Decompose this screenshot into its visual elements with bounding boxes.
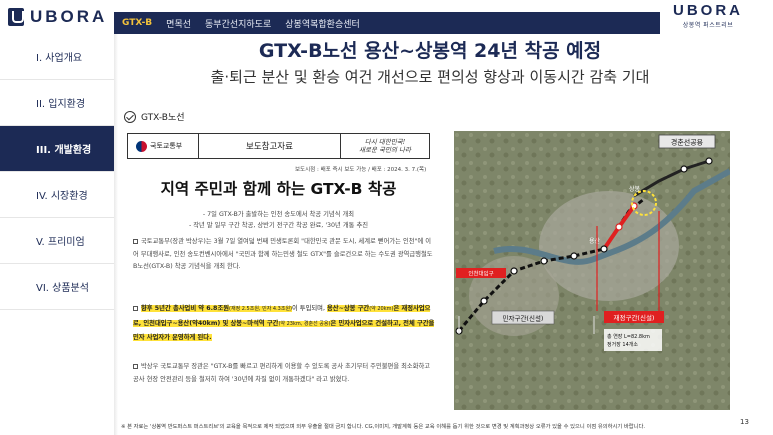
- bullet-square-icon: [133, 238, 138, 244]
- ubora-logo-right[interactable]: UBORA 상봉역 퍼스트리브: [653, 2, 763, 34]
- ubora-logo[interactable]: UBORA: [0, 0, 114, 34]
- map-svg: 경춘선공용 상봉 용산 재정구간(신설) 민자구간(신설) 인천대입구 총 연장…: [454, 131, 730, 410]
- map-label-gyeongchun: 경춘선공용: [671, 138, 704, 147]
- tab-dongbu-expressway[interactable]: 동부간선지하도로: [205, 17, 271, 30]
- tab-gtx-b[interactable]: GTX-B: [122, 18, 152, 28]
- tab-myeonmok-line[interactable]: 면목선: [166, 17, 191, 30]
- sidebar-item-product[interactable]: VI. 상품분석: [0, 264, 114, 310]
- station-dot: [705, 157, 713, 165]
- sidebar-item-development[interactable]: III. 개발환경: [0, 126, 114, 172]
- section-label: GTX-B노선: [141, 113, 185, 123]
- press-subheading-1: - 7일 GTX-B가 출발하는 인천 송도에서 착공 기념식 개최: [202, 211, 355, 218]
- press-subheading-2: - 작년 말 일부 구간 착공, 상반기 전구간 착공 완료, '30년 개통 …: [188, 222, 369, 229]
- press-paragraph-2: 향후 5년간 총사업비 약 6.8조원(재정 2.5조원, 민자 4.3조원)이…: [133, 302, 436, 345]
- logo-right-subtext: 상봉역 퍼스트리브: [682, 22, 734, 29]
- sidebar-divider: [114, 34, 118, 435]
- station-dot: [680, 165, 688, 173]
- press-release-header: 국토교통부 보도참고자료 다시 대한민국! 새로운 국민의 나라: [127, 133, 430, 159]
- map-label-sangbong: 상봉: [629, 185, 641, 193]
- gtx-b-route-map: 경춘선공용 상봉 용산 재정구간(신설) 민자구간(신설) 인천대입구 총 연장…: [454, 131, 730, 410]
- hl-connector: 이 투입되며,: [292, 305, 327, 312]
- page-title: GTX-B노선 용산~상봉역 24년 착공 예정: [258, 40, 602, 62]
- station-dot: [600, 245, 608, 253]
- ubora-logo-icon: [8, 8, 24, 26]
- hl-budget-detail: (재정 2.5조원, 민자 4.3조원): [229, 306, 292, 312]
- map-legend-stations: 정거장 14개소: [607, 341, 638, 348]
- top-nav: GTX-B 면목선 동부간선지하도로 상봉역복합환승센터: [114, 12, 660, 34]
- press-headline: 지역 주민과 함께 하는 GTX-B 착공: [160, 180, 397, 198]
- slogan-line-1: 다시 대한민국!: [364, 138, 406, 146]
- map-label-public: 민자구간(신설): [503, 314, 544, 323]
- press-paragraph-3: 박상우 국토교통부 장관은 "GTX-B를 빠르고 편리하게 이용할 수 있도록…: [133, 361, 433, 386]
- bullet-square-icon: [133, 363, 138, 369]
- press-paragraph-1-text: 국토교통부(장관 박상우)는 3월 7일 열여덟 번째 민생토론회 "대한민국 …: [133, 238, 433, 270]
- footer-disclaimer: ※ 본 자료는 '상봉역 반도퍼스트 퍼스트리브'의 교육을 목적으로 제작 되…: [121, 424, 646, 430]
- press-paragraph-3-text: 박상우 국토교통부 장관은 "GTX-B를 빠르고 편리하게 이용할 수 있도록…: [133, 363, 431, 383]
- press-meta: 보도시점 : 배포 즉시 보도 가능 / 배포 : 2024. 3. 7.(목): [295, 167, 427, 173]
- bullet-square-icon: [133, 305, 138, 311]
- hl-budget: 향후 5년간 총사업비 약 6.8조원: [141, 305, 230, 312]
- press-slogan: 다시 대한민국! 새로운 국민의 나라: [341, 138, 429, 154]
- sidebar-item-overview[interactable]: I. 사업개요: [0, 34, 114, 80]
- logo-right-text: UBORA: [673, 2, 743, 19]
- map-label-yongsan: 용산: [589, 237, 601, 245]
- map-label-songdo: 인천대입구: [468, 270, 493, 278]
- sidebar-item-market[interactable]: IV. 시장환경: [0, 172, 114, 218]
- map-legend-length: 총 연장 L=82.8km: [607, 333, 650, 340]
- page-number: 13: [740, 418, 749, 426]
- hl-finance-detail: (약 23km, 경춘선 공용): [278, 320, 331, 327]
- ministry-logo: 국토교통부: [128, 140, 198, 152]
- page-subtitle: 출·퇴근 분산 및 환승 여건 개선으로 편의성 향상과 이동시간 감축 기대: [210, 68, 650, 86]
- sidebar-item-location[interactable]: II. 입지환경: [0, 80, 114, 126]
- station-dot: [615, 223, 623, 231]
- seoul-urban-area: [539, 191, 679, 301]
- slogan-line-2: 새로운 국민의 나라: [359, 146, 411, 154]
- map-label-finance: 재정구간(신설): [614, 313, 655, 322]
- section-heading: GTX-B노선: [124, 110, 185, 123]
- station-dot: [480, 297, 488, 305]
- station-dot: [510, 267, 518, 275]
- hl-section-length: (약 20km): [369, 306, 394, 312]
- press-paragraph-1: 국토교통부(장관 박상우)는 3월 7일 열여덟 번째 민생토론회 "대한민국 …: [133, 236, 433, 274]
- hl-section: 용산~상봉 구간: [326, 305, 370, 312]
- ministry-emblem-icon: [136, 140, 147, 152]
- press-subheadings: - 7일 GTX-B가 출발하는 인천 송도에서 착공 기념식 개최 - 작년 …: [127, 209, 430, 231]
- station-dot: [540, 257, 548, 265]
- station-dot: [570, 252, 578, 260]
- ministry-name: 국토교통부: [150, 142, 183, 150]
- press-doc-type: 보도참고자료: [198, 134, 341, 158]
- check-circle-icon: [124, 110, 136, 123]
- logo-text: UBORA: [30, 7, 108, 26]
- tab-sangbong-transfer-center[interactable]: 상봉역복합환승센터: [285, 17, 360, 30]
- sidebar-item-premium[interactable]: V. 프리미엄: [0, 218, 114, 264]
- sidebar: I. 사업개요 II. 입지환경 III. 개발환경 IV. 시장환경 V. 프…: [0, 34, 114, 435]
